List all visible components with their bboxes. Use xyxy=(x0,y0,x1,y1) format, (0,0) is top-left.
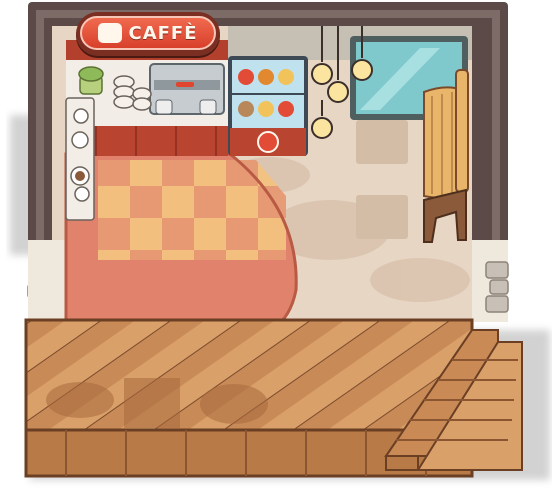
cafe-sign-text: CAFFÈ xyxy=(128,22,198,44)
espresso-machine xyxy=(149,63,225,115)
pastry-display-case xyxy=(228,56,308,156)
coffee-cup-icon xyxy=(98,23,123,43)
mug-icon xyxy=(71,131,89,149)
mug-icon xyxy=(73,108,89,124)
mug-icon xyxy=(74,186,90,202)
cafe-sign-plate: CAFFÈ xyxy=(80,16,216,50)
cafe-sign: CAFFÈ xyxy=(76,12,220,56)
checkered-rug xyxy=(64,152,298,332)
folding-screen xyxy=(423,69,469,199)
cafe-room-scene xyxy=(10,2,550,480)
plant-icon xyxy=(78,66,104,95)
coffee-cup-icon xyxy=(257,131,279,153)
side-shelf xyxy=(65,97,95,221)
left-wall-base xyxy=(28,240,68,322)
right-wall-stones xyxy=(485,261,509,313)
